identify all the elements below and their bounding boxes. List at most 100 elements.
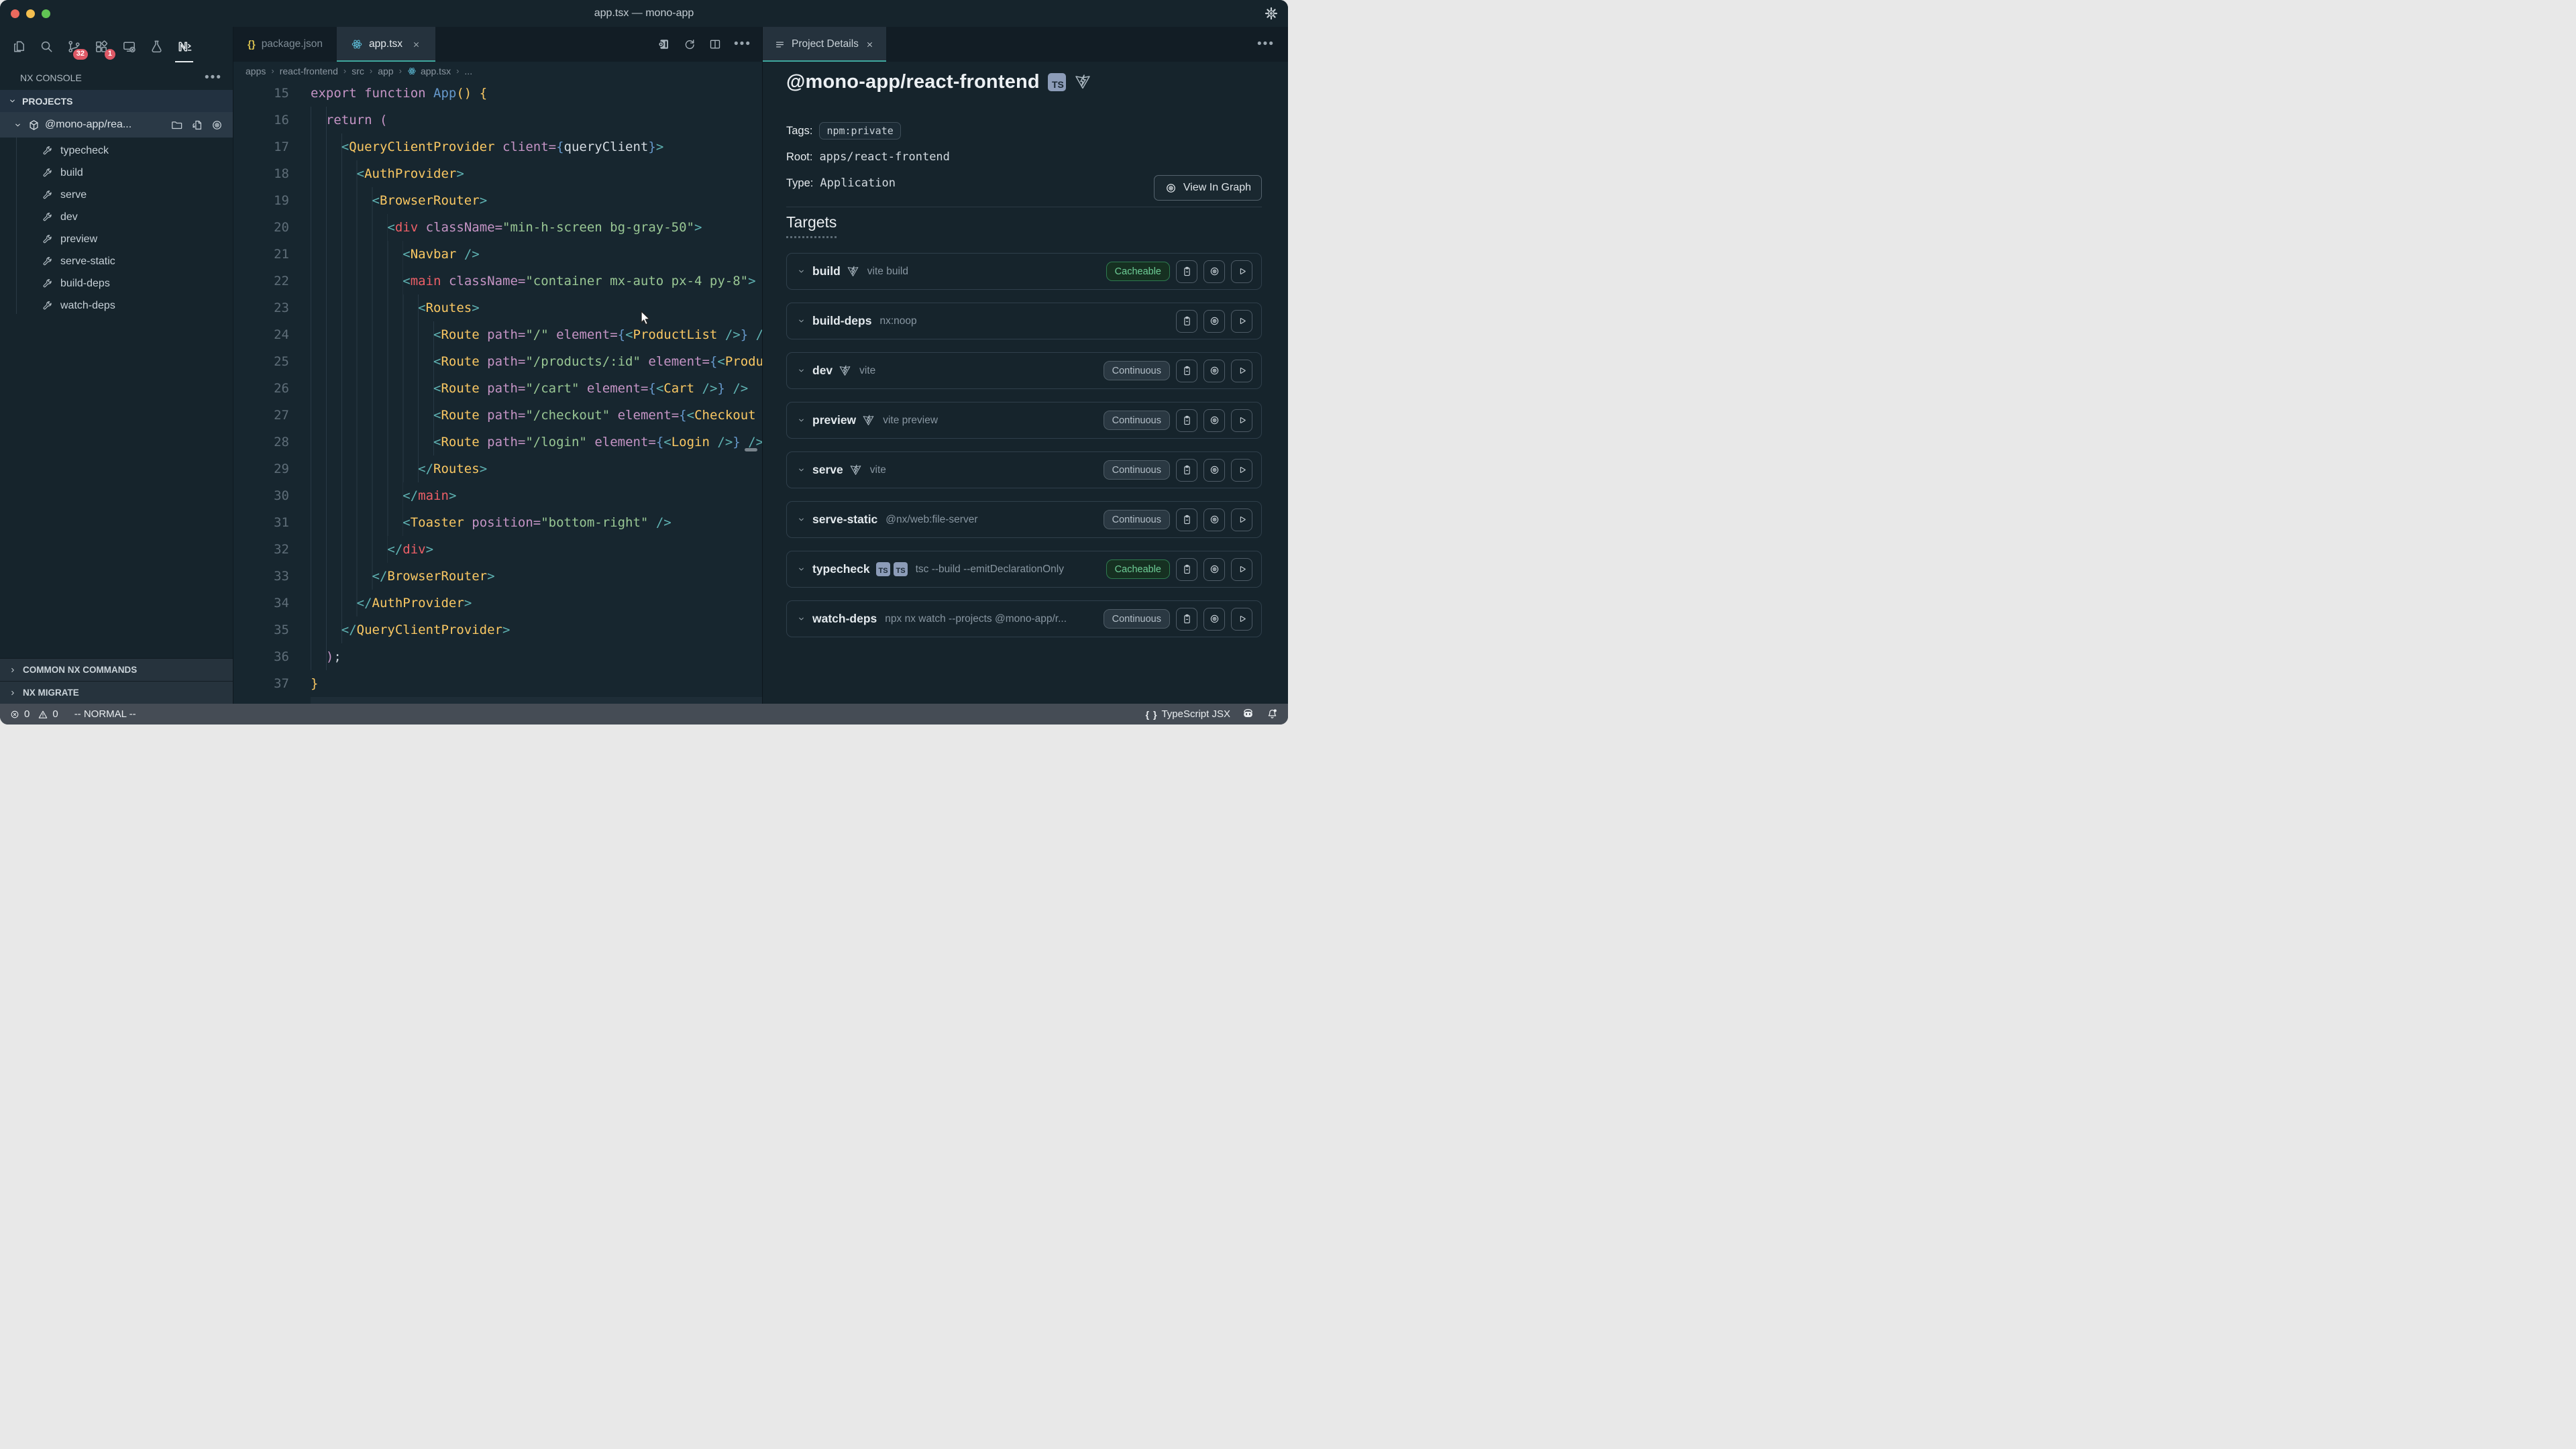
view-in-graph-button[interactable] bbox=[1203, 459, 1225, 482]
copy-task-button[interactable] bbox=[1176, 508, 1197, 531]
view-in-graph-button[interactable] bbox=[1203, 260, 1225, 283]
error-count[interactable]: 0 bbox=[24, 708, 30, 720]
chevron-down-icon[interactable] bbox=[796, 316, 806, 326]
tree-item-dev[interactable]: dev bbox=[0, 206, 233, 228]
tab-project-details[interactable]: Project Details bbox=[763, 27, 886, 62]
json-icon: {} bbox=[248, 39, 256, 50]
copy-task-button[interactable] bbox=[1176, 310, 1197, 333]
target-name[interactable]: watch-deps bbox=[812, 612, 877, 626]
project-tree-item[interactable]: @mono-app/rea... bbox=[0, 112, 233, 138]
activity-source-control-icon[interactable]: 32 bbox=[60, 30, 88, 63]
tree-item-build-deps[interactable]: build-deps bbox=[0, 272, 233, 294]
tree-item-preview[interactable]: preview bbox=[0, 228, 233, 250]
target-name[interactable]: dev bbox=[812, 364, 833, 378]
view-in-graph-button[interactable] bbox=[1203, 310, 1225, 333]
view-in-graph-button[interactable] bbox=[1203, 409, 1225, 432]
scrollbar-thumb[interactable] bbox=[745, 448, 757, 451]
breadcrumb-...[interactable]: ... bbox=[464, 66, 472, 76]
language-mode[interactable]: { } TypeScript JSX bbox=[1146, 708, 1230, 720]
vite-icon bbox=[849, 464, 862, 476]
chevron-down-icon[interactable] bbox=[796, 614, 806, 624]
activity-files-icon[interactable] bbox=[5, 30, 33, 63]
sidebar-section-nx-migrate[interactable]: NX MIGRATE bbox=[0, 681, 233, 704]
refresh-icon[interactable] bbox=[683, 38, 696, 51]
run-target-button[interactable] bbox=[1231, 459, 1252, 482]
warning-count[interactable]: 0 bbox=[52, 708, 58, 720]
settings-gear-icon[interactable] bbox=[1264, 6, 1279, 21]
tree-item-build[interactable]: build bbox=[0, 162, 233, 184]
sidebar: 321 NX CONSOLE ••• PROJECTS @mono-app/re… bbox=[0, 27, 233, 704]
copy-task-button[interactable] bbox=[1176, 360, 1197, 382]
run-target-button[interactable] bbox=[1231, 558, 1252, 581]
panel-tab-bar: Project Details ••• bbox=[763, 27, 1288, 62]
project-config-file-icon[interactable] bbox=[191, 119, 203, 131]
code-area[interactable]: 15export function App() {16 return (17 <… bbox=[233, 80, 762, 704]
copy-task-button[interactable] bbox=[1176, 459, 1197, 482]
copy-task-button[interactable] bbox=[1176, 260, 1197, 283]
code-line-19: 19 <BrowserRouter> bbox=[233, 187, 762, 214]
tree-item-serve[interactable]: serve bbox=[0, 184, 233, 206]
target-name[interactable]: typecheck bbox=[812, 562, 870, 576]
errors-icon[interactable] bbox=[9, 709, 20, 720]
tree-item-watch-deps[interactable]: watch-deps bbox=[0, 294, 233, 317]
breadcrumb-app.tsx[interactable]: app.tsx bbox=[407, 66, 451, 76]
view-in-graph-button[interactable] bbox=[1203, 558, 1225, 581]
activity-nx-icon[interactable] bbox=[170, 30, 198, 63]
target-name[interactable]: build-deps bbox=[812, 314, 871, 328]
folder-icon[interactable] bbox=[170, 119, 183, 131]
run-target-button[interactable] bbox=[1231, 360, 1252, 382]
breadcrumbs: apps›react-frontend›src›app›app.tsx›... bbox=[233, 62, 762, 80]
project-name: @mono-app/rea... bbox=[45, 119, 131, 131]
breadcrumb-apps[interactable]: apps bbox=[246, 66, 266, 76]
view-in-graph-button[interactable] bbox=[1203, 608, 1225, 631]
run-target-button[interactable] bbox=[1231, 608, 1252, 631]
target-executor: vite bbox=[859, 365, 875, 377]
chevron-down-icon[interactable] bbox=[796, 465, 806, 475]
breadcrumb-src[interactable]: src bbox=[352, 66, 364, 76]
chevron-down-icon[interactable] bbox=[796, 266, 806, 276]
chevron-down-icon[interactable] bbox=[796, 515, 806, 525]
copy-task-button[interactable] bbox=[1176, 608, 1197, 631]
copy-task-button[interactable] bbox=[1176, 409, 1197, 432]
warnings-icon[interactable] bbox=[38, 709, 48, 720]
activity-search-icon[interactable] bbox=[33, 30, 60, 63]
traffic-lights bbox=[11, 9, 50, 18]
tab-package.json[interactable]: {}package.json bbox=[233, 27, 337, 62]
view-in-graph-target-icon[interactable] bbox=[211, 119, 223, 131]
activity-extensions-icon[interactable]: 1 bbox=[88, 30, 115, 63]
minimize-window-button[interactable] bbox=[26, 9, 35, 18]
tree-item-serve-static[interactable]: serve-static bbox=[0, 250, 233, 272]
target-name[interactable]: build bbox=[812, 264, 841, 278]
close-icon[interactable] bbox=[411, 40, 421, 50]
projects-section-header[interactable]: PROJECTS bbox=[0, 90, 233, 112]
chevron-down-icon[interactable] bbox=[796, 415, 806, 425]
chevron-down-icon[interactable] bbox=[796, 366, 806, 376]
view-in-graph-button[interactable]: View In Graph bbox=[1154, 175, 1262, 201]
run-target-button[interactable] bbox=[1231, 508, 1252, 531]
target-name[interactable]: serve-static bbox=[812, 513, 877, 527]
run-target-button[interactable] bbox=[1231, 260, 1252, 283]
tab-app.tsx[interactable]: app.tsx bbox=[337, 27, 435, 62]
sidebar-section-common-nx-commands[interactable]: COMMON NX COMMANDS bbox=[0, 658, 233, 681]
copilot-icon[interactable] bbox=[1241, 707, 1255, 721]
close-window-button[interactable] bbox=[11, 9, 19, 18]
activity-remote-icon[interactable] bbox=[115, 30, 143, 63]
copy-task-button[interactable] bbox=[1176, 558, 1197, 581]
open-project-details-icon[interactable] bbox=[656, 37, 671, 52]
close-icon[interactable] bbox=[865, 40, 875, 50]
maximize-window-button[interactable] bbox=[42, 9, 50, 18]
target-name[interactable]: serve bbox=[812, 463, 843, 477]
view-in-graph-button[interactable] bbox=[1203, 360, 1225, 382]
chevron-down-icon[interactable] bbox=[796, 564, 806, 574]
split-editor-icon[interactable] bbox=[708, 38, 722, 51]
target-executor: @nx/web:file-server bbox=[885, 514, 977, 526]
view-in-graph-button[interactable] bbox=[1203, 508, 1225, 531]
breadcrumb-react-frontend[interactable]: react-frontend bbox=[280, 66, 338, 76]
tree-item-typecheck[interactable]: typecheck bbox=[0, 140, 233, 162]
run-target-button[interactable] bbox=[1231, 409, 1252, 432]
run-target-button[interactable] bbox=[1231, 310, 1252, 333]
notifications-bell-icon[interactable] bbox=[1266, 708, 1279, 720]
target-name[interactable]: preview bbox=[812, 413, 856, 427]
activity-beaker-icon[interactable] bbox=[143, 30, 170, 63]
breadcrumb-app[interactable]: app bbox=[378, 66, 393, 76]
